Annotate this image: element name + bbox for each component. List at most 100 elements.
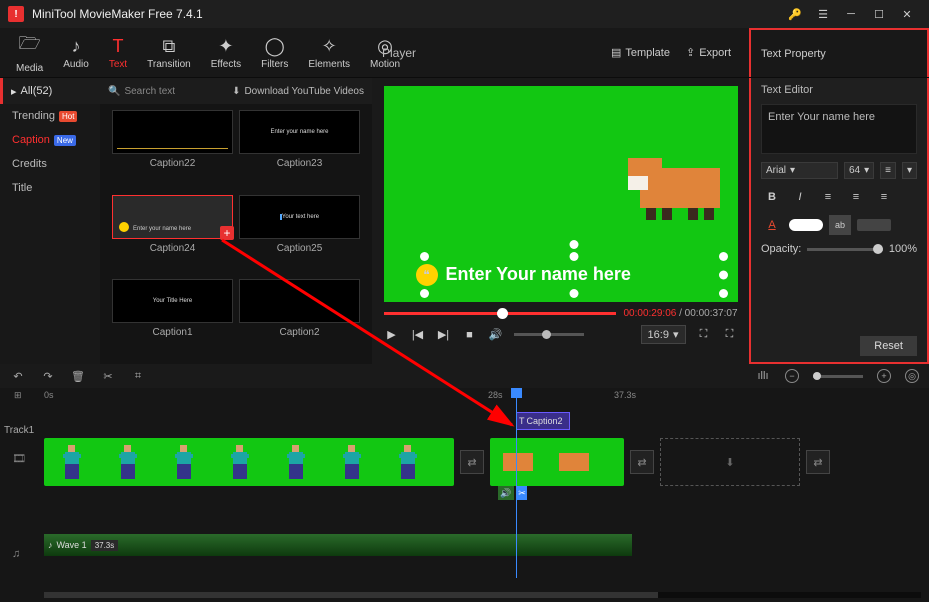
search-input[interactable]: 🔍Search text bbox=[108, 86, 175, 97]
timeline-ruler[interactable]: ⊞ 0s 28s 37.3s bbox=[0, 388, 929, 406]
caption-clip[interactable]: TCaption2 bbox=[516, 412, 570, 430]
caption-thumb[interactable]: Your text hereCaption25 bbox=[239, 195, 360, 274]
undo-button[interactable]: ↶ bbox=[10, 368, 26, 384]
split-marker-icon[interactable]: ✂ bbox=[517, 486, 527, 500]
quote-icon: ❝ bbox=[416, 264, 438, 286]
video-clip-2[interactable] bbox=[490, 438, 624, 486]
minimize-button[interactable]: ─ bbox=[837, 0, 865, 28]
delete-button[interactable]: 🗑 bbox=[70, 368, 86, 384]
text-track[interactable]: TCaption2 bbox=[44, 406, 921, 434]
tab-media[interactable]: 🗁Media bbox=[8, 30, 51, 75]
stop-button[interactable]: ■ bbox=[462, 327, 478, 343]
tab-text[interactable]: TText bbox=[101, 30, 135, 75]
video-track-icon: 🎞 bbox=[12, 434, 32, 482]
maximize-button[interactable]: ☐ bbox=[865, 0, 893, 28]
snapshot-button[interactable]: ⛶ bbox=[696, 327, 712, 343]
redo-button[interactable]: ↷ bbox=[40, 368, 56, 384]
tab-transition[interactable]: ⧉Transition bbox=[139, 30, 199, 75]
add-clip-placeholder[interactable]: ⬇ bbox=[660, 438, 800, 486]
progress-bar[interactable] bbox=[384, 312, 616, 315]
text-color-swatch[interactable] bbox=[789, 219, 823, 231]
size-select[interactable]: 64▾ bbox=[844, 162, 874, 179]
transition-slot[interactable]: ⇄ bbox=[630, 450, 654, 474]
align-left-button[interactable]: ≡ bbox=[817, 187, 839, 207]
zoom-slider[interactable] bbox=[813, 375, 863, 378]
export-button[interactable]: ⇪Export bbox=[678, 42, 739, 63]
tab-elements[interactable]: ✧Elements bbox=[300, 30, 358, 75]
menu-icon[interactable]: ☰ bbox=[809, 0, 837, 28]
sidebar-item-trending[interactable]: TrendingHot bbox=[0, 104, 100, 128]
playhead[interactable] bbox=[516, 388, 517, 578]
italic-button[interactable]: I bbox=[789, 187, 811, 207]
volume-slider[interactable] bbox=[514, 333, 584, 336]
key-icon[interactable]: 🔑 bbox=[781, 0, 809, 28]
add-track-icon[interactable]: ⊞ bbox=[14, 390, 22, 401]
timeline-scrollbar[interactable] bbox=[44, 592, 921, 598]
line-spacing-icon: ≡ bbox=[885, 165, 891, 176]
zoom-out-button[interactable]: − bbox=[785, 369, 799, 383]
timeline: ⊞ 0s 28s 37.3s Track1 TCaption2 🎞 ⇄ ⇄ ⬇ … bbox=[0, 388, 929, 602]
play-button[interactable]: ▶ bbox=[384, 327, 400, 343]
video-track[interactable]: ⇄ ⇄ ⬇ ⇄ bbox=[44, 434, 921, 490]
all-header[interactable]: ▸All(52) bbox=[0, 78, 100, 104]
opacity-value: 100% bbox=[889, 243, 917, 255]
app-title: MiniTool MovieMaker Free 7.4.1 bbox=[32, 7, 203, 21]
sidebar-item-title[interactable]: Title bbox=[0, 176, 100, 200]
video-clip-1[interactable] bbox=[44, 438, 454, 486]
next-button[interactable]: ▶| bbox=[436, 327, 452, 343]
tab-audio[interactable]: ♪Audio bbox=[55, 30, 97, 75]
caption-thumb-selected[interactable]: Enter your name here+Caption24 bbox=[112, 195, 233, 274]
tab-effects[interactable]: ✦Effects bbox=[203, 30, 249, 75]
reset-button[interactable]: Reset bbox=[860, 336, 917, 356]
audio-clip[interactable]: ♪ Wave 137.3s bbox=[44, 534, 632, 556]
more-button[interactable]: ▾ bbox=[902, 162, 917, 179]
highlight-icon: ab bbox=[829, 215, 851, 235]
audio-track[interactable]: ♪ Wave 137.3s bbox=[44, 534, 921, 556]
video-preview[interactable]: ❝ Enter Your name here bbox=[384, 86, 738, 302]
crop-button[interactable]: ⌗ bbox=[130, 368, 146, 384]
align-center-button[interactable]: ≡ bbox=[845, 187, 867, 207]
sidebar-item-credits[interactable]: Credits bbox=[0, 152, 100, 176]
volume-icon[interactable]: 🔊 bbox=[488, 327, 504, 343]
highlight-color-swatch[interactable] bbox=[857, 219, 891, 231]
caption-thumb[interactable]: Caption2 bbox=[239, 279, 360, 358]
split-button[interactable]: ✂ bbox=[100, 368, 116, 384]
text-content-input[interactable]: Enter Your name here bbox=[761, 104, 917, 154]
player-label: Player bbox=[382, 46, 416, 60]
sidebar-item-caption[interactable]: CaptionNew bbox=[0, 128, 100, 152]
library-panel: 🔍Search text ⬇Download YouTube Videos Ca… bbox=[100, 78, 372, 364]
zoom-in-button[interactable]: + bbox=[877, 369, 891, 383]
opacity-slider[interactable] bbox=[807, 248, 883, 251]
download-icon: ⬇ bbox=[232, 86, 240, 97]
audio-wave-icon[interactable]: ıllı bbox=[755, 368, 771, 384]
close-button[interactable]: ✕ bbox=[893, 0, 921, 28]
align-right-button[interactable]: ≡ bbox=[873, 187, 895, 207]
progress-knob[interactable] bbox=[497, 308, 508, 319]
fox-sprite bbox=[628, 148, 738, 220]
caption-thumb[interactable]: Enter your name hereCaption23 bbox=[239, 110, 360, 189]
prev-button[interactable]: |◀ bbox=[410, 327, 426, 343]
spacing-button[interactable]: ≡ bbox=[880, 162, 896, 179]
fullscreen-button[interactable]: ⛶ bbox=[722, 327, 738, 343]
transition-slot[interactable]: ⇄ bbox=[806, 450, 830, 474]
template-button[interactable]: ▤Template bbox=[603, 42, 678, 63]
bold-button[interactable]: B bbox=[761, 187, 783, 207]
download-youtube-button[interactable]: ⬇Download YouTube Videos bbox=[232, 86, 364, 97]
template-icon: ▤ bbox=[611, 46, 621, 59]
caption-thumb[interactable]: Caption22 bbox=[112, 110, 233, 189]
export-icon: ⇪ bbox=[686, 46, 695, 59]
zoom-fit-button[interactable]: ◎ bbox=[905, 369, 919, 383]
font-select[interactable]: Arial▾ bbox=[761, 162, 838, 179]
caption-thumb[interactable]: Your Title HereCaption1 bbox=[112, 279, 233, 358]
tab-filters[interactable]: ◯Filters bbox=[253, 30, 296, 75]
chevron-down-icon: ▾ bbox=[790, 165, 795, 176]
text-icon: T bbox=[519, 416, 525, 426]
add-caption-button[interactable]: + bbox=[220, 226, 234, 240]
aspect-select[interactable]: 16:9▾ bbox=[641, 325, 686, 344]
text-editor-label: Text Editor bbox=[761, 84, 917, 96]
clip-audio-icon[interactable]: 🔊 bbox=[498, 486, 514, 500]
text-overlay-box[interactable]: ❝ Enter Your name here bbox=[424, 256, 724, 294]
chevron-down-icon: ▾ bbox=[673, 328, 679, 341]
transition-slot[interactable]: ⇄ bbox=[460, 450, 484, 474]
chevron-down-icon: ▾ bbox=[907, 165, 912, 176]
